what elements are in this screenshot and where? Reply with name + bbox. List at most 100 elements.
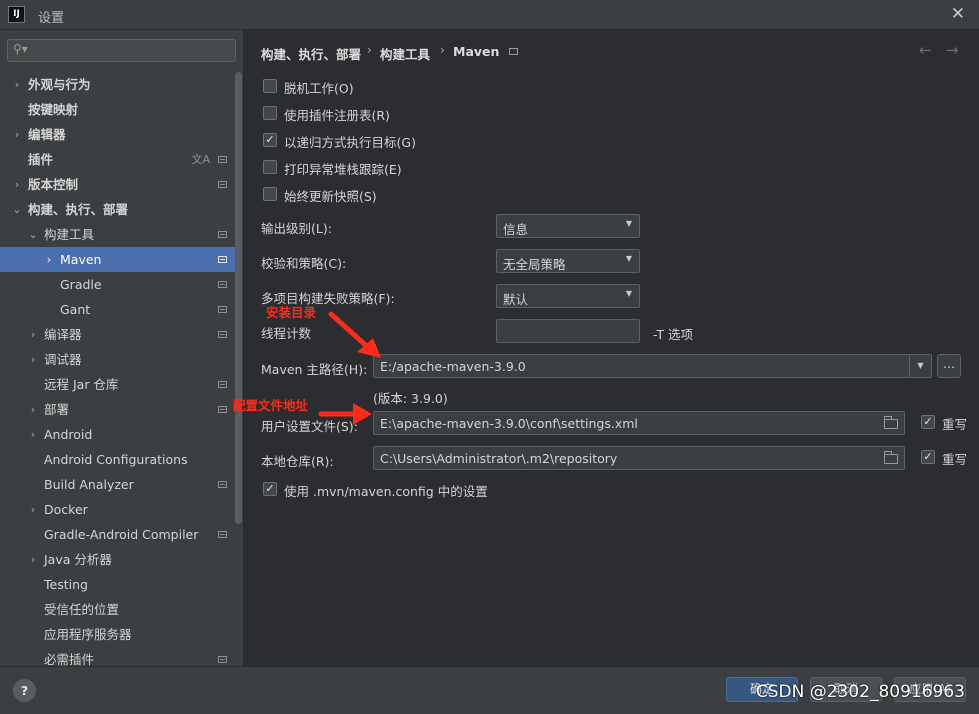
chevron-down-icon: ▼ xyxy=(625,289,632,298)
sidebar-item[interactable]: › 编译器 xyxy=(0,322,236,347)
sidebar-item[interactable]: Gant xyxy=(0,297,236,322)
sidebar-item-label: 编译器 xyxy=(44,327,82,342)
sidebar-item[interactable]: › 版本控制 xyxy=(0,172,236,197)
breadcrumb-separator: › xyxy=(367,43,372,57)
project-scope-icon xyxy=(509,48,518,55)
checkbox[interactable]: ✓ xyxy=(921,415,935,429)
sidebar-item[interactable]: 必需插件 xyxy=(0,647,236,666)
chevron-right-icon[interactable]: › xyxy=(27,497,39,522)
output-level-select[interactable]: 信息 ▼ xyxy=(496,214,640,238)
chevron-right-icon[interactable]: › xyxy=(27,347,39,372)
sidebar-item[interactable]: Gradle xyxy=(0,272,236,297)
sidebar-item[interactable]: 插件 文A xyxy=(0,147,236,172)
sidebar-item[interactable]: › 外观与行为 xyxy=(0,72,236,97)
maven-home-browse-button[interactable]: ... xyxy=(937,354,961,378)
checkbox[interactable] xyxy=(263,106,277,120)
annotation-arrow-icon xyxy=(328,311,381,358)
checkbox[interactable] xyxy=(263,79,277,93)
sidebar-item[interactable]: › 编辑器 xyxy=(0,122,236,147)
checkbox[interactable]: ✓ xyxy=(263,482,277,496)
project-scope-icon xyxy=(218,281,227,288)
sidebar-item[interactable]: › Maven xyxy=(0,247,236,272)
sidebar-item-label: 插件 xyxy=(28,152,54,167)
breadcrumb-item-build[interactable]: 构建、执行、部署 xyxy=(261,44,361,63)
checksum-policy-select[interactable]: 无全局策略 ▼ xyxy=(496,249,640,273)
annotation-install-dir: 安装目录 xyxy=(266,305,317,320)
search-icon: ⚲▾ xyxy=(13,42,28,56)
sidebar-scrollbar[interactable] xyxy=(235,72,242,524)
sidebar-item[interactable]: › Docker xyxy=(0,497,236,522)
sidebar-item-label: Build Analyzer xyxy=(44,477,134,492)
sidebar-item-label: Gradle xyxy=(60,277,102,292)
thread-count-hint: -T 选项 xyxy=(653,327,693,342)
sidebar-item[interactable]: 应用程序服务器 xyxy=(0,622,236,647)
sidebar-item[interactable]: › 部署 xyxy=(0,397,236,422)
checkbox-label: 使用插件注册表(R) xyxy=(284,108,390,123)
project-scope-icon xyxy=(218,181,227,188)
sidebar-item[interactable]: 按键映射 xyxy=(0,97,236,122)
back-arrow-icon[interactable]: ← xyxy=(919,41,932,59)
project-scope-icon xyxy=(218,256,227,263)
chevron-right-icon[interactable]: › xyxy=(27,322,39,347)
sidebar-item[interactable]: 受信任的位置 xyxy=(0,597,236,622)
sidebar-item[interactable]: › 调试器 xyxy=(0,347,236,372)
sidebar-item-label: Gradle-Android Compiler xyxy=(44,527,199,542)
annotation-arrow-icon xyxy=(318,403,372,425)
sidebar-item[interactable]: Build Analyzer xyxy=(0,472,236,497)
sidebar-item-label: 版本控制 xyxy=(28,177,79,192)
sidebar-item[interactable]: ⌄ 构建、执行、部署 xyxy=(0,197,236,222)
checksum-policy-label: 校验和策略(C): xyxy=(261,256,347,271)
thread-count-label: 线程计数 xyxy=(261,326,312,341)
maven-home-label: Maven 主路径(H): xyxy=(261,362,368,377)
settings-sidebar: ⚲▾ › 外观与行为 按键映射 › 编辑器 插件 文A › 版本控制 ⌄ 构建、执行、部署 ⌄ 构建工具… xyxy=(0,30,244,666)
chevron-right-icon[interactable]: › xyxy=(43,247,55,272)
sidebar-item-label: 应用程序服务器 xyxy=(44,627,132,642)
sidebar-item[interactable]: Testing xyxy=(0,572,236,597)
chevron-right-icon[interactable]: › xyxy=(27,397,39,422)
checkbox[interactable]: ✓ xyxy=(263,133,277,147)
chevron-right-icon[interactable]: › xyxy=(11,122,23,147)
user-settings-input[interactable]: E:\apache-maven-3.9.0\conf\settings.xml xyxy=(373,411,905,435)
sidebar-item-label: Android Configurations xyxy=(44,452,188,467)
project-scope-icon xyxy=(218,156,227,163)
breadcrumb-item-build-tools[interactable]: 构建工具 xyxy=(380,44,430,63)
folder-icon[interactable] xyxy=(884,416,898,429)
folder-icon[interactable] xyxy=(884,451,898,464)
search-input[interactable]: ⚲▾ xyxy=(7,39,236,62)
chevron-down-icon[interactable]: ⌄ xyxy=(11,197,23,222)
sidebar-item-label: 构建、执行、部署 xyxy=(28,202,129,217)
chevron-right-icon[interactable]: › xyxy=(11,172,23,197)
checkbox[interactable] xyxy=(263,160,277,174)
app-icon: IJ xyxy=(8,6,25,23)
sidebar-item-label: 部署 xyxy=(44,402,70,417)
project-scope-icon xyxy=(218,656,227,663)
local-repo-input[interactable]: C:\Users\Administrator\.m2\repository xyxy=(373,446,905,470)
close-icon[interactable]: ✕ xyxy=(951,5,965,23)
sidebar-item-label: Gant xyxy=(60,302,91,317)
chevron-down-icon[interactable]: ▼ xyxy=(909,355,931,377)
chevron-right-icon[interactable]: › xyxy=(27,422,39,447)
sidebar-item[interactable]: 远程 Jar 仓库 xyxy=(0,372,236,397)
sidebar-item-label: 受信任的位置 xyxy=(44,602,120,617)
forward-arrow-icon[interactable]: → xyxy=(946,41,959,59)
sidebar-item[interactable]: ⌄ 构建工具 xyxy=(0,222,236,247)
sidebar-item[interactable]: Android Configurations xyxy=(0,447,236,472)
checkbox[interactable]: ✓ xyxy=(921,450,935,464)
sidebar-item[interactable]: › Android xyxy=(0,422,236,447)
sidebar-item[interactable]: Gradle-Android Compiler xyxy=(0,522,236,547)
chevron-right-icon[interactable]: › xyxy=(27,547,39,572)
window-title: 设置 xyxy=(38,11,65,26)
maven-settings-panel: 构建、执行、部署 › 构建工具 › Maven ← → 脱机工作(O) 使用插件注… xyxy=(233,30,979,666)
help-button[interactable]: ? xyxy=(13,679,36,702)
sidebar-item[interactable]: › Java 分析器 xyxy=(0,547,236,572)
project-scope-icon xyxy=(218,231,227,238)
maven-version-text: (版本: 3.9.0) xyxy=(373,391,448,406)
chevron-right-icon[interactable]: › xyxy=(11,72,23,97)
project-scope-icon xyxy=(218,531,227,538)
breadcrumb-separator: › xyxy=(440,43,445,57)
maven-home-combobox[interactable]: E:/apache-maven-3.9.0 ▼ xyxy=(373,354,932,378)
fail-policy-select[interactable]: 默认 ▼ xyxy=(496,284,640,308)
thread-count-input[interactable] xyxy=(496,319,640,343)
checkbox[interactable] xyxy=(263,187,277,201)
chevron-down-icon[interactable]: ⌄ xyxy=(27,222,39,247)
